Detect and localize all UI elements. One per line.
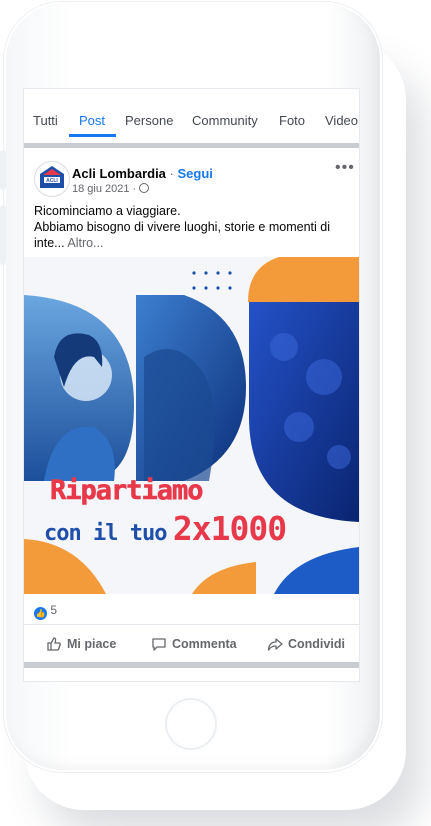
share-label: Condividi: [288, 637, 345, 651]
headline-con-il-tuo: con il tuo: [44, 521, 167, 546]
comment-label: Commenta: [172, 637, 237, 651]
see-more-link[interactable]: Altro...: [67, 236, 103, 250]
orange-shape-bottom-middle: [192, 562, 256, 594]
tab-persone[interactable]: Persone: [125, 113, 173, 128]
post-actions: Mi piace Commenta Condividi: [24, 624, 359, 663]
separator: ·: [165, 166, 178, 181]
post-text: Ricominciamo a viaggiare. Abbiamo bisogn…: [34, 203, 354, 251]
headline-line2: con il tuo 2x1000: [44, 509, 287, 548]
search-tabs: Tutti Post Persone Community Foto Video: [24, 89, 359, 148]
active-tab-indicator: [69, 134, 116, 137]
share-icon: [267, 638, 283, 651]
headline-2x1000: 2x1000: [172, 509, 287, 548]
post-author-name[interactable]: Acli Lombardia: [72, 166, 166, 181]
tab-community[interactable]: Community: [192, 113, 258, 128]
phone-screen: Tutti Post Persone Community Foto Video …: [23, 88, 360, 682]
phone-volume-button: [0, 205, 6, 265]
post-text-line: Abbiamo bisogno di vivere luoghi, storie…: [34, 220, 330, 234]
blue-shape-bottom-right: [274, 547, 359, 594]
reaction-count: 5: [50, 603, 58, 617]
avatar-logo-text: ACLI: [46, 178, 58, 184]
tab-foto[interactable]: Foto: [279, 113, 305, 128]
like-reaction-icon: 👍: [34, 607, 47, 620]
post-image[interactable]: Ripartiamo con il tuo 2x1000: [24, 257, 359, 594]
thumbs-up-icon: [47, 637, 61, 651]
more-options-button[interactable]: •••: [335, 159, 355, 177]
headline-ripartiamo: Ripartiamo: [50, 475, 204, 507]
reactions-summary[interactable]: 👍 5: [34, 603, 57, 620]
avatar[interactable]: ACLI: [34, 161, 70, 197]
globe-icon: [139, 183, 150, 193]
comment-button[interactable]: Commenta: [151, 636, 237, 652]
post-date[interactable]: 18 giu 2021 ·: [72, 183, 136, 195]
post-header: Acli Lombardia · Segui: [72, 166, 213, 181]
orange-shape-top: [248, 257, 359, 302]
post-meta: 18 giu 2021 ·: [72, 183, 150, 195]
feed-divider: [24, 662, 359, 668]
tab-tutti[interactable]: Tutti: [33, 113, 58, 128]
acli-logo-icon: ACLI: [40, 166, 64, 188]
phone-side-button: [0, 150, 6, 190]
decorative-dots: [192, 271, 232, 290]
tab-video[interactable]: Video: [325, 113, 358, 128]
like-label: Mi piace: [67, 637, 117, 651]
phone-home-button[interactable]: [165, 698, 217, 750]
follow-button[interactable]: Segui: [177, 166, 212, 181]
post-text-line: inte...: [34, 236, 68, 250]
post-text-line: Ricominciamo a viaggiare.: [34, 204, 181, 218]
tab-post[interactable]: Post: [79, 113, 105, 128]
photo-trees: [249, 302, 359, 522]
comment-icon: [152, 638, 166, 651]
share-button[interactable]: Condividi: [267, 636, 345, 652]
like-button[interactable]: Mi piace: [46, 636, 116, 652]
